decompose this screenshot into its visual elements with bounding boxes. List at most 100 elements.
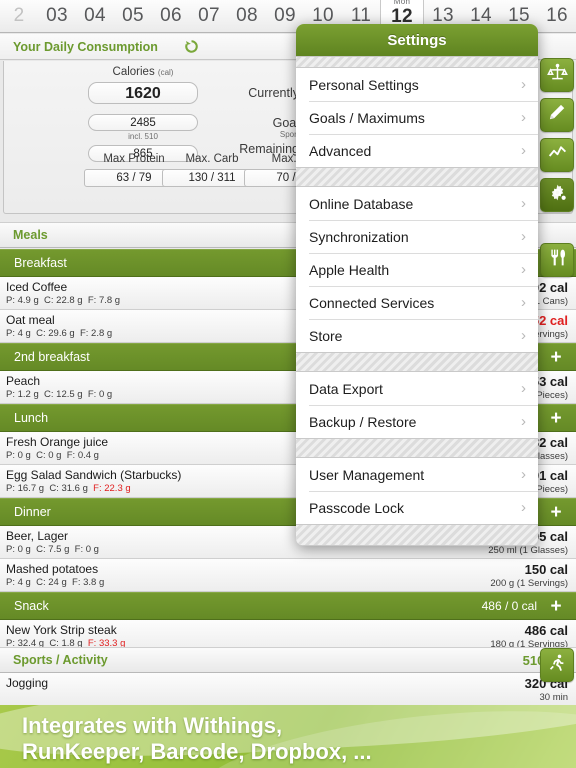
date-cell[interactable]: 2 xyxy=(0,0,38,32)
food-tool[interactable] xyxy=(540,243,574,277)
settings-item-label: Advanced xyxy=(309,142,372,159)
sport-item-row[interactable]: Jogging 320 cal 30 min xyxy=(0,673,576,706)
chevron-right-icon: › xyxy=(521,195,526,212)
settings-bottom-filler xyxy=(296,524,538,546)
macro-protein: P: 4.9 g xyxy=(6,295,39,306)
meal-item-macros: P: 0 g C: 7.5 g F: 0 g xyxy=(6,544,99,555)
date-cell[interactable]: 16 xyxy=(538,0,576,32)
macro-carb: C: 24 g xyxy=(36,577,67,588)
add-food-icon[interactable]: + xyxy=(545,409,567,428)
chevron-right-icon: › xyxy=(521,76,526,93)
settings-item-user-management[interactable]: User Management › xyxy=(296,458,538,491)
label-goal-sub: Sport xyxy=(279,130,299,139)
chevron-right-icon: › xyxy=(521,499,526,516)
label-goal: Goal xyxy=(272,116,299,130)
settings-item-backup-restore[interactable]: Backup / Restore › xyxy=(296,405,538,438)
meal-group-calories: 486 / 0 cal xyxy=(481,599,537,613)
macro-protein: P: 4 g xyxy=(6,328,31,339)
date-cell[interactable]: 08 xyxy=(228,0,266,32)
calories-goal-value: 2485 xyxy=(88,114,198,131)
settings-item-label: Store xyxy=(309,327,343,344)
macro-protein: P: 1.2 g xyxy=(6,389,39,400)
page-title: Your Daily Consumption xyxy=(13,39,158,54)
settings-item-apple-health[interactable]: Apple Health › xyxy=(296,253,538,286)
settings-item-connected-services[interactable]: Connected Services › xyxy=(296,286,538,319)
macro-carb: C: 0 g xyxy=(36,450,62,461)
meal-item-macros: P: 4 g C: 24 g F: 3.8 g xyxy=(6,577,104,588)
weight-tool[interactable] xyxy=(540,58,574,92)
edit-tool[interactable] xyxy=(540,98,574,132)
add-activity-button[interactable] xyxy=(540,648,574,682)
meal-item-row[interactable]: Mashed potatoes P: 4 g C: 24 g F: 3.8 g 15… xyxy=(0,559,576,592)
settings-group-separator xyxy=(296,167,538,187)
macro-fat: F: 0 g xyxy=(87,389,113,400)
meal-item-name: Egg Salad Sandwich (Starbucks) xyxy=(6,468,182,482)
settings-group-separator xyxy=(296,56,538,68)
settings-popover[interactable]: Settings Personal Settings › Goals / Maxim… xyxy=(296,24,538,546)
chevron-right-icon: › xyxy=(521,142,526,159)
settings-group-separator xyxy=(296,438,538,458)
settings-item-label: Synchronization xyxy=(309,228,409,245)
chevron-right-icon: › xyxy=(521,109,526,126)
meal-group-header[interactable]: Snack 486 / 0 cal + xyxy=(0,592,576,620)
macro-carb: C: 22.8 g xyxy=(44,295,83,306)
meal-item-name: New York Strip steak xyxy=(6,623,117,637)
refresh-icon[interactable] xyxy=(184,39,199,54)
settings-item-label: Passcode Lock xyxy=(309,499,404,516)
date-cell[interactable]: 05 xyxy=(114,0,152,32)
sport-item-duration: 30 min xyxy=(539,692,568,703)
settings-item-online-database[interactable]: Online Database › xyxy=(296,187,538,220)
macro-protein: P: 0 g xyxy=(6,450,31,461)
meal-item-name: Oat meal xyxy=(6,313,55,327)
settings-item-passcode-lock[interactable]: Passcode Lock › xyxy=(296,491,538,524)
settings-item-advanced[interactable]: Advanced › xyxy=(296,134,538,167)
chevron-right-icon: › xyxy=(521,261,526,278)
settings-item-label: Personal Settings xyxy=(309,76,419,93)
date-cell[interactable]: 06 xyxy=(152,0,190,32)
meal-item-row[interactable]: New York Strip steak P: 32.4 g C: 1.8 g F… xyxy=(0,620,576,649)
today-day: 12 xyxy=(391,5,413,27)
settings-item-label: Goals / Maximums xyxy=(309,109,425,126)
pencil-icon xyxy=(547,102,568,128)
promo-banner: Integrates with Withings, RunKeeper, Bar… xyxy=(0,705,576,768)
meal-item-macros: P: 16.7 g C: 31.6 g F: 22.3 g xyxy=(6,483,131,494)
meal-group-name: Lunch xyxy=(14,411,49,425)
meal-item-amount: 200 g (1 Servings) xyxy=(490,578,568,589)
meal-item-name: Iced Coffee xyxy=(6,280,68,294)
add-food-icon[interactable]: + xyxy=(545,348,567,367)
meal-group-name: Snack xyxy=(14,599,49,613)
today-weekday: Mon xyxy=(393,0,411,6)
gear-icon xyxy=(547,182,568,208)
date-cell[interactable]: 07 xyxy=(190,0,228,32)
settings-item-label: Apple Health xyxy=(309,261,390,278)
meal-item-name: Beer, Lager xyxy=(6,529,69,543)
stats-tool[interactable] xyxy=(540,138,574,172)
settings-item-store[interactable]: Store › xyxy=(296,319,538,352)
meal-group-name: 2nd breakfast xyxy=(14,350,90,364)
settings-item-data-export[interactable]: Data Export › xyxy=(296,372,538,405)
add-food-icon[interactable]: + xyxy=(545,503,567,522)
banner-text: Integrates with Withings, RunKeeper, Bar… xyxy=(22,713,372,765)
chevron-right-icon: › xyxy=(521,466,526,483)
date-cell[interactable]: 04 xyxy=(76,0,114,32)
macro-protein: P: 16.7 g xyxy=(6,483,45,494)
macro-carb: C: 7.5 g xyxy=(36,544,70,555)
chevron-right-icon: › xyxy=(521,228,526,245)
meal-item-calories: 150 cal xyxy=(524,562,568,577)
date-cell[interactable]: 03 xyxy=(38,0,76,32)
meal-group-name: Dinner xyxy=(14,505,51,519)
running-icon xyxy=(547,653,567,678)
macro-fat: F: 3.8 g xyxy=(72,577,105,588)
meals-title: Meals xyxy=(13,228,48,242)
settings-group-separator xyxy=(296,352,538,372)
add-food-icon[interactable]: + xyxy=(545,597,567,616)
settings-tool[interactable] xyxy=(540,178,574,212)
macro-protein: P: 4 g xyxy=(6,577,31,588)
settings-item-personal-settings[interactable]: Personal Settings › xyxy=(296,68,538,101)
settings-body[interactable]: Personal Settings › Goals / Maximums › Advan… xyxy=(296,56,538,546)
settings-item-synchronization[interactable]: Synchronization › xyxy=(296,220,538,253)
scale-icon xyxy=(546,62,568,88)
calories-consumed-value: 1620 xyxy=(88,82,198,104)
settings-item-goals-maximums[interactable]: Goals / Maximums › xyxy=(296,101,538,134)
meal-item-amount: 250 ml (1 Glasses) xyxy=(488,545,568,556)
